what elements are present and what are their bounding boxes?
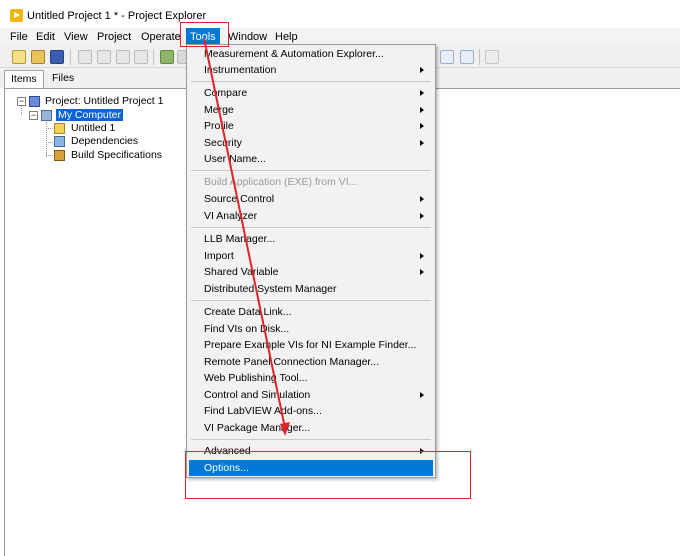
annotation-arrow-line	[203, 37, 286, 429]
annotation-arrow	[203, 37, 290, 436]
annotation-arrowhead	[280, 422, 290, 436]
